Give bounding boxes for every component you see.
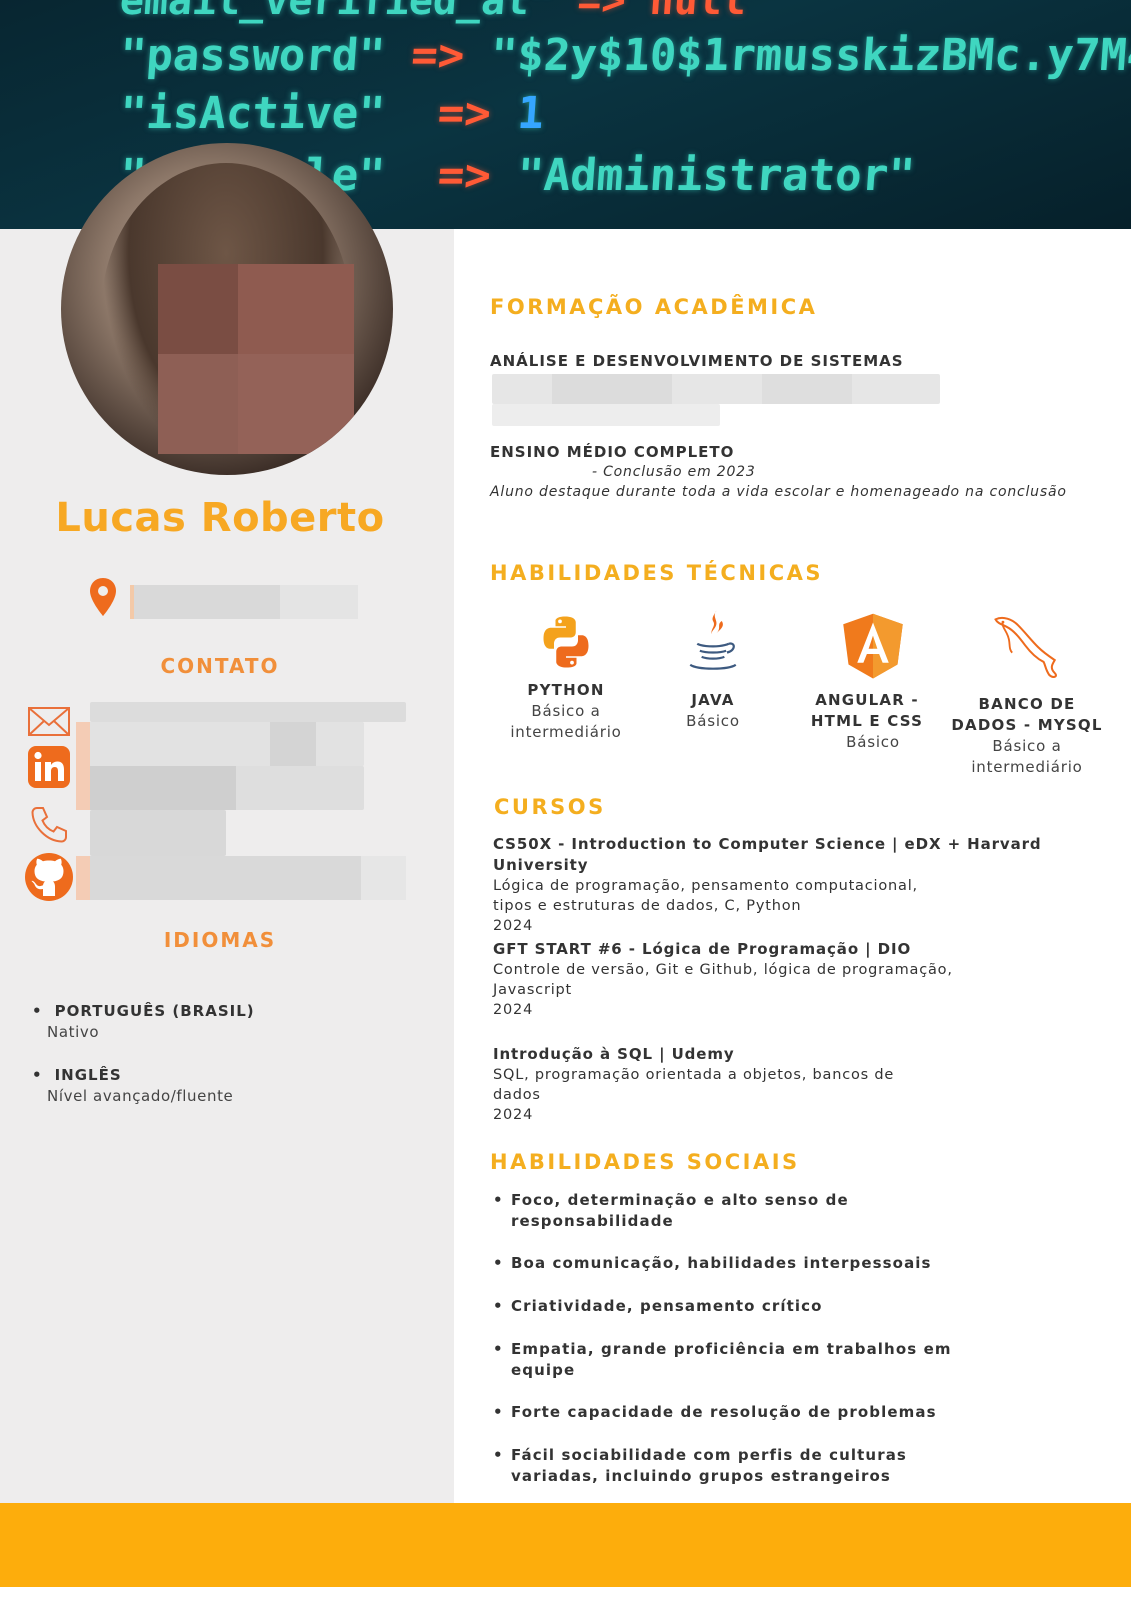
contact-linkedin-redacted-2 (76, 766, 364, 810)
contact-email-redacted (90, 702, 406, 722)
python-icon (543, 616, 589, 668)
skill-item: JAVA Básico (633, 602, 793, 732)
skills-heading: HABILIDADES TÉCNICAS (490, 561, 823, 585)
skill-name: PYTHON (527, 681, 605, 699)
course-description: Controle de versão, Git e Github, lógica… (493, 962, 953, 998)
course-description: Lógica de programação, pensamento comput… (493, 878, 918, 914)
education-details-redacted-2 (492, 404, 720, 426)
course-item: GFT START #6 - Lógica de Programação | D… (493, 939, 1113, 1020)
course-title: GFT START #6 - Lógica de Programação | D… (493, 940, 912, 958)
language-name: PORTUGUÊS (BRASIL) (32, 1002, 432, 1020)
soft-skill-item: Forte capacidade de resolução de problem… (493, 1402, 973, 1423)
github-icon (25, 853, 73, 901)
footer-bar (0, 1503, 1131, 1587)
course-item: CS50X - Introduction to Computer Science… (493, 834, 1113, 936)
skill-name: ANGULAR - HTML E CSS (810, 691, 924, 730)
course-description: SQL, programação orientada a objetos, ba… (493, 1067, 895, 1103)
education-note: Aluno destaque durante toda a vida escol… (490, 484, 1067, 500)
contact-linkedin-redacted (76, 722, 364, 766)
envelope-icon (28, 707, 70, 736)
language-name: INGLÊS (32, 1066, 432, 1084)
language-level: Nativo (47, 1023, 100, 1041)
skill-level: Básico a intermediário (510, 702, 622, 741)
skill-item: ANGULAR - HTML E CSS Básico (793, 612, 953, 753)
location-row (88, 577, 368, 619)
soft-skill-item: Boa comunicação, habilidades interpessoa… (493, 1253, 973, 1274)
skill-item: BANCO DE DADOS - MYSQL Básico a intermed… (947, 612, 1107, 778)
code-line: "password" => "$2y$10$1rmusskizBMc.y7M4r… (118, 30, 1131, 81)
profile-photo (61, 143, 393, 475)
course-title: Introdução à SQL | Udemy (493, 1045, 735, 1063)
education-details-redacted (492, 374, 940, 404)
language-level: Nível avançado/fluente (47, 1087, 234, 1105)
code-line: "isActive" => 1 (118, 88, 546, 139)
course-title: CS50X - Introduction to Computer Science… (493, 835, 1042, 874)
java-icon (689, 610, 737, 670)
soft-skills-heading: HABILIDADES SOCIAIS (490, 1150, 800, 1174)
courses-heading: CURSOS (494, 795, 606, 819)
phone-icon (31, 807, 67, 843)
education-title: ANÁLISE E DESENVOLVIMENTO DE SISTEMAS (490, 352, 904, 370)
education-title: ENSINO MÉDIO COMPLETO (490, 443, 735, 461)
skill-name: JAVA (691, 691, 735, 709)
languages-heading: IDIOMAS (163, 928, 277, 952)
contact-github-redacted (76, 856, 406, 900)
candidate-name: Lucas Roberto (55, 495, 385, 541)
soft-skill-item: Foco, determinação e alto senso de respo… (493, 1190, 973, 1232)
skill-name: BANCO DE DADOS - MYSQL (951, 695, 1103, 734)
education-heading: FORMAÇÃO ACADÊMICA (490, 295, 818, 319)
skill-level: Básico (846, 733, 900, 751)
language-item: PORTUGUÊS (BRASIL) Nativo (32, 1002, 432, 1041)
angular-icon (843, 613, 903, 679)
course-year: 2024 (493, 1002, 534, 1018)
linkedin-icon (28, 746, 70, 788)
skill-level: Básico (686, 712, 740, 730)
course-item: Introdução à SQL | Udemy SQL, programaçã… (493, 1044, 1113, 1125)
soft-skill-item: Fácil sociabilidade com perfis de cultur… (493, 1445, 973, 1487)
skill-level: Básico a intermediário (971, 737, 1083, 776)
code-line: email_verified_at" => null (118, 0, 748, 24)
contact-phone-redacted (90, 810, 226, 856)
mysql-icon (994, 616, 1057, 678)
language-item: INGLÊS Nível avançado/fluente (32, 1066, 432, 1105)
skill-item: PYTHON Básico a intermediário (486, 612, 646, 743)
course-year: 2024 (493, 918, 534, 934)
education-conclusion: - Conclusão em 2023 (592, 464, 756, 480)
location-text-redacted (130, 585, 358, 619)
course-year: 2024 (493, 1107, 534, 1123)
contact-heading: CONTATO (160, 654, 280, 678)
soft-skill-item: Criatividade, pensamento crítico (493, 1296, 973, 1317)
soft-skill-item: Empatia, grande proficiência em trabalho… (493, 1339, 973, 1381)
location-pin-icon (90, 578, 116, 616)
